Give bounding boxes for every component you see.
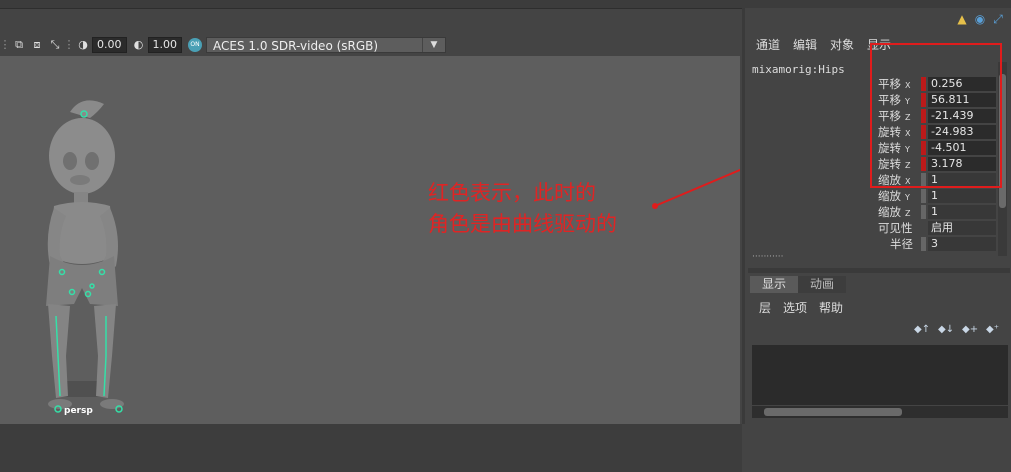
grip-icon: ⋮: [0, 38, 11, 51]
channel-label: 可见性: [878, 221, 913, 235]
menu-edit[interactable]: 编辑: [793, 36, 817, 53]
3d-viewport[interactable]: persp: [0, 56, 740, 424]
annotation-line: 角色是由曲线驱动的: [428, 212, 617, 236]
move-layer-down-icon[interactable]: ◆↓: [938, 323, 954, 335]
timeline-strip: [0, 424, 742, 472]
menu-object[interactable]: 对象: [830, 36, 854, 53]
channel-value[interactable]: 1: [928, 205, 996, 219]
scrollbar-thumb[interactable]: [764, 408, 902, 416]
menu-channels[interactable]: 通道: [756, 36, 780, 53]
channel-label: 半径: [890, 237, 913, 251]
key-indicator: [921, 237, 926, 251]
key-indicator: [921, 221, 926, 235]
menu-layers[interactable]: 层: [759, 299, 771, 316]
panel-splitter[interactable]: [748, 268, 1010, 273]
channel-label: 缩放: [878, 205, 901, 219]
channel-value[interactable]: 3: [928, 237, 996, 251]
annotation-line: 红色表示，此时的: [428, 181, 596, 205]
channel-row[interactable]: 半径 3: [878, 236, 996, 252]
key-indicator: [921, 205, 926, 219]
camera-label: persp: [64, 406, 93, 416]
tab-display[interactable]: 显示: [750, 276, 798, 293]
shelf-area: [0, 9, 742, 34]
character-model[interactable]: [0, 56, 740, 424]
stack-icon[interactable]: ⧈: [31, 38, 43, 51]
layer-toolbar: ◆↑ ◆↓ ◆+ ◆⁺: [914, 323, 1000, 335]
layer-editor-menu: 层 选项 帮助: [759, 299, 843, 316]
channel-row[interactable]: 缩放 Y 1: [878, 188, 996, 204]
channel-label: 缩放: [878, 189, 901, 203]
annotation-arrow: [654, 168, 740, 207]
layer-list[interactable]: [752, 345, 1008, 405]
color-space-dropdown[interactable]: ACES 1.0 SDR-video (sRGB) ▼: [206, 36, 446, 53]
channel-axis: Y: [905, 193, 910, 202]
annotation-text: 红色表示，此时的 角色是由曲线驱动的: [428, 178, 617, 240]
viewport-toolbar: ⋮ ⧉ ⧈ ⤡ ⋮ ◑ 0.00 ◐ 1.00 ON ACES 1.0 SDR-…: [0, 34, 448, 55]
channel-axis: Z: [905, 209, 911, 218]
layer-editor-tabs: 显示 动画: [750, 276, 846, 293]
color-space-label: ACES 1.0 SDR-video (sRGB): [213, 38, 379, 53]
exposure-icon[interactable]: ◑: [77, 38, 89, 51]
channel-box-icon[interactable]: ▲: [955, 12, 969, 26]
attribute-editor-icon[interactable]: ◉: [973, 12, 987, 26]
highlight-box: [870, 43, 1002, 188]
resolution-gate-icon[interactable]: ⤡: [49, 38, 61, 51]
menu-options[interactable]: 选项: [783, 299, 807, 316]
truncated-label: ···········: [752, 252, 784, 262]
menu-help[interactable]: 帮助: [819, 299, 843, 316]
copy-icon[interactable]: ⧉: [13, 38, 25, 51]
channel-row[interactable]: 可见性 启用: [878, 220, 996, 236]
gamma-icon[interactable]: ◐: [133, 38, 145, 51]
channel-value[interactable]: 1: [928, 189, 996, 203]
chevron-down-icon[interactable]: ▼: [422, 37, 445, 52]
new-layer-from-selection-icon[interactable]: ◆+: [962, 323, 978, 335]
key-indicator: [921, 189, 926, 203]
tab-animation[interactable]: 动画: [798, 276, 846, 293]
gamma-field[interactable]: 1.00: [147, 36, 182, 53]
node-name[interactable]: mixamorig:Hips: [752, 63, 845, 76]
channel-row[interactable]: 缩放 Z 1: [878, 204, 996, 220]
move-layer-up-icon[interactable]: ◆↑: [914, 323, 930, 335]
color-management-toggle[interactable]: ON: [188, 37, 202, 52]
expand-icon[interactable]: ⤢: [991, 12, 1005, 26]
exposure-field[interactable]: 0.00: [92, 36, 127, 53]
panel-toolbar: ▲ ◉ ⤢: [955, 12, 1005, 27]
grip-icon: ⋮: [63, 38, 75, 51]
channel-value[interactable]: 启用: [928, 221, 996, 235]
new-layer-icon[interactable]: ◆⁺: [986, 323, 1000, 335]
